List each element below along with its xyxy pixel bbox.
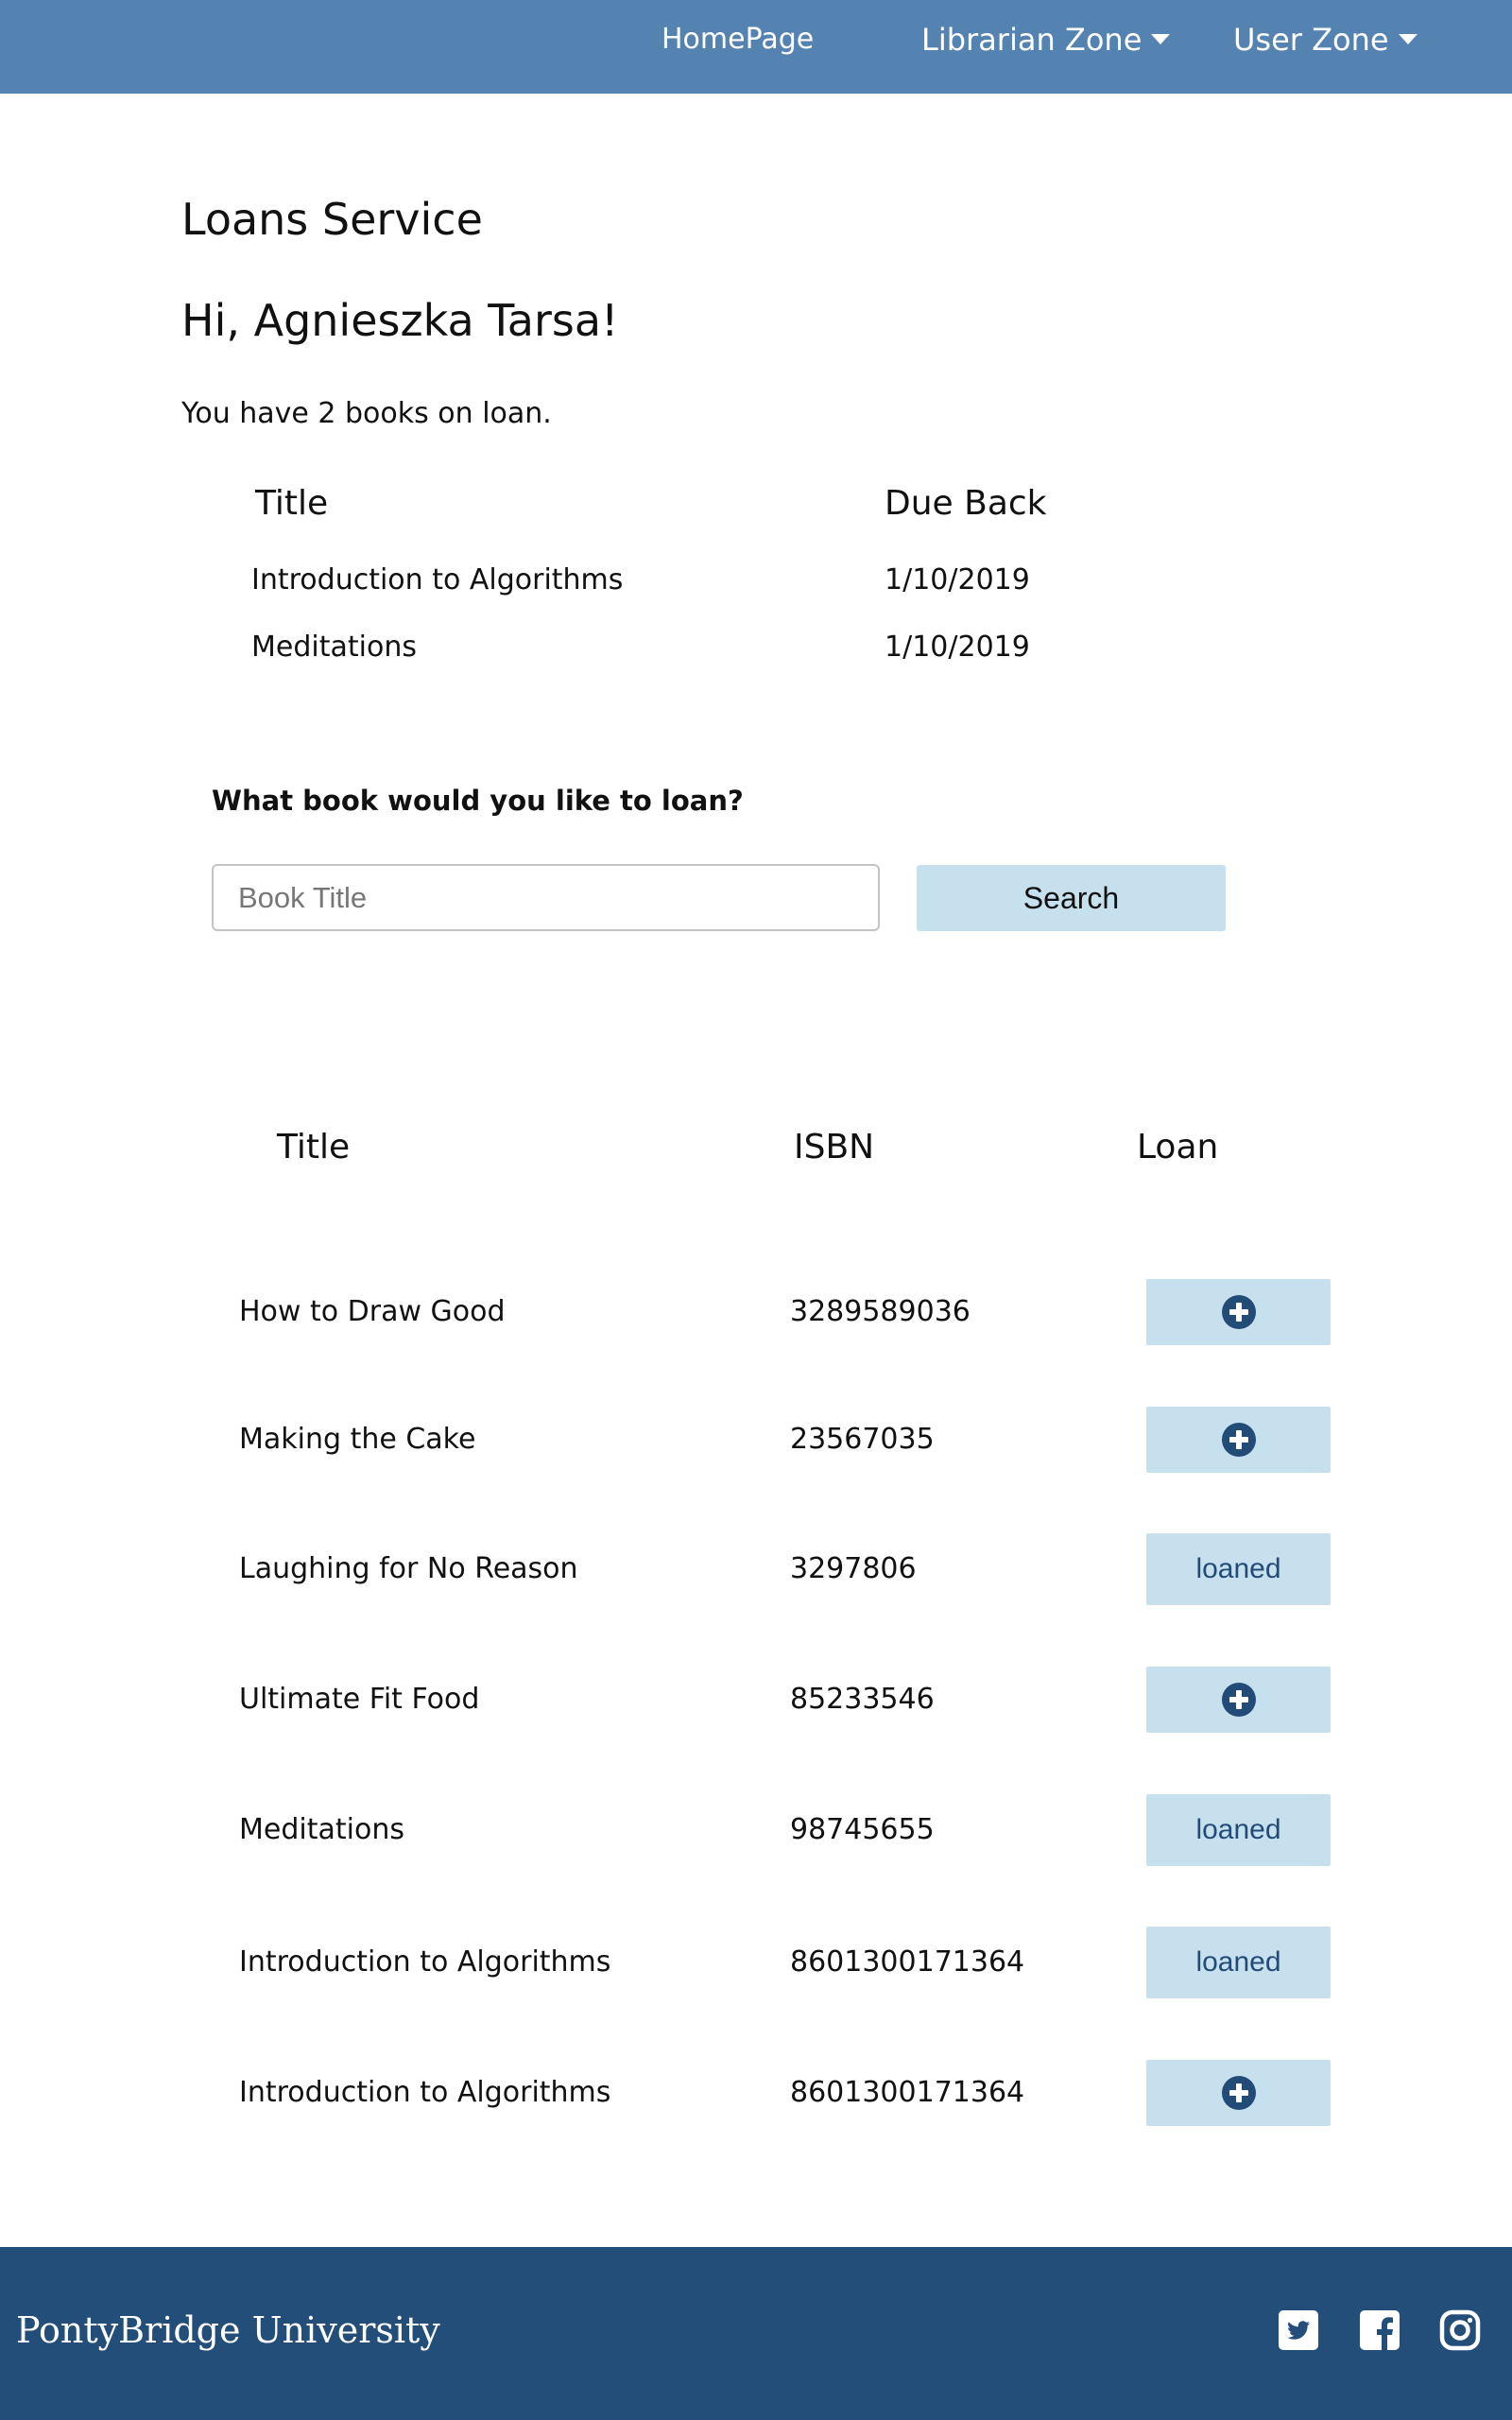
result-isbn: 85233546	[790, 1683, 935, 1716]
loaned-status-label: loaned	[1195, 1814, 1281, 1845]
footer: PontyBridge University	[0, 2247, 1512, 2420]
loan-count-text: You have 2 books on loan.	[181, 397, 552, 430]
loan-row-due: 1/10/2019	[885, 563, 1030, 596]
top-navbar: HomePage Librarian Zone User Zone	[0, 0, 1512, 94]
result-title: How to Draw Good	[239, 1295, 506, 1328]
loan-add-button[interactable]	[1146, 1407, 1331, 1473]
loaned-status-label: loaned	[1195, 1946, 1281, 1978]
loan-add-button[interactable]	[1146, 1667, 1331, 1733]
result-isbn: 3297806	[790, 1552, 917, 1585]
loaned-status-label: loaned	[1195, 1553, 1281, 1584]
nav-homepage-link[interactable]: HomePage	[662, 0, 814, 94]
loaned-status-button[interactable]: loaned	[1146, 1927, 1331, 1998]
footer-brand: PontyBridge University	[16, 2309, 440, 2351]
greeting-heading: Hi, Agnieszka Tarsa!	[181, 295, 619, 346]
book-title-search-input[interactable]	[212, 864, 880, 931]
instagram-icon[interactable]	[1439, 2309, 1481, 2351]
plus-circle-icon	[1221, 1423, 1256, 1457]
loaned-status-button[interactable]: loaned	[1146, 1533, 1331, 1605]
search-prompt: What book would you like to loan?	[212, 785, 744, 817]
nav-librarian-zone-dropdown[interactable]: Librarian Zone	[921, 0, 1171, 94]
loan-add-button[interactable]	[1146, 1279, 1331, 1345]
twitter-icon[interactable]	[1278, 2309, 1319, 2351]
result-title: Making the Cake	[239, 1423, 476, 1456]
loan-row-due: 1/10/2019	[885, 631, 1030, 664]
search-button[interactable]: Search	[917, 865, 1226, 931]
nav-user-zone-dropdown[interactable]: User Zone	[1233, 0, 1418, 94]
plus-circle-icon	[1221, 1683, 1256, 1717]
plus-circle-icon	[1221, 1295, 1256, 1329]
result-title: Introduction to Algorithms	[239, 1945, 611, 1979]
nav-user-zone-label: User Zone	[1233, 22, 1389, 58]
result-title: Laughing for No Reason	[239, 1552, 578, 1585]
loan-row-title: Introduction to Algorithms	[251, 563, 624, 596]
result-title: Introduction to Algorithms	[239, 2076, 611, 2109]
result-isbn: 98745655	[790, 1813, 935, 1846]
result-isbn: 3289589036	[790, 1295, 971, 1328]
loan-row-title: Meditations	[251, 631, 417, 664]
result-isbn: 8601300171364	[790, 1945, 1025, 1979]
results-header-loan: Loan	[1137, 1128, 1219, 1167]
caret-down-icon	[1398, 33, 1418, 44]
loans-header-title: Title	[255, 484, 329, 523]
nav-homepage-label: HomePage	[662, 23, 815, 56]
result-title: Ultimate Fit Food	[239, 1683, 480, 1716]
result-title: Meditations	[239, 1813, 404, 1846]
page-title: Loans Service	[181, 194, 483, 245]
loans-header-due-back: Due Back	[885, 484, 1047, 523]
loaned-status-button[interactable]: loaned	[1146, 1794, 1331, 1866]
caret-down-icon	[1151, 33, 1171, 44]
results-header-title: Title	[277, 1128, 351, 1167]
results-header-isbn: ISBN	[794, 1128, 875, 1167]
nav-librarian-zone-label: Librarian Zone	[921, 22, 1143, 58]
result-isbn: 23567035	[790, 1423, 935, 1456]
result-isbn: 8601300171364	[790, 2076, 1025, 2109]
loan-add-button[interactable]	[1146, 2060, 1331, 2126]
plus-circle-icon	[1221, 2076, 1256, 2110]
facebook-icon[interactable]	[1359, 2309, 1400, 2351]
